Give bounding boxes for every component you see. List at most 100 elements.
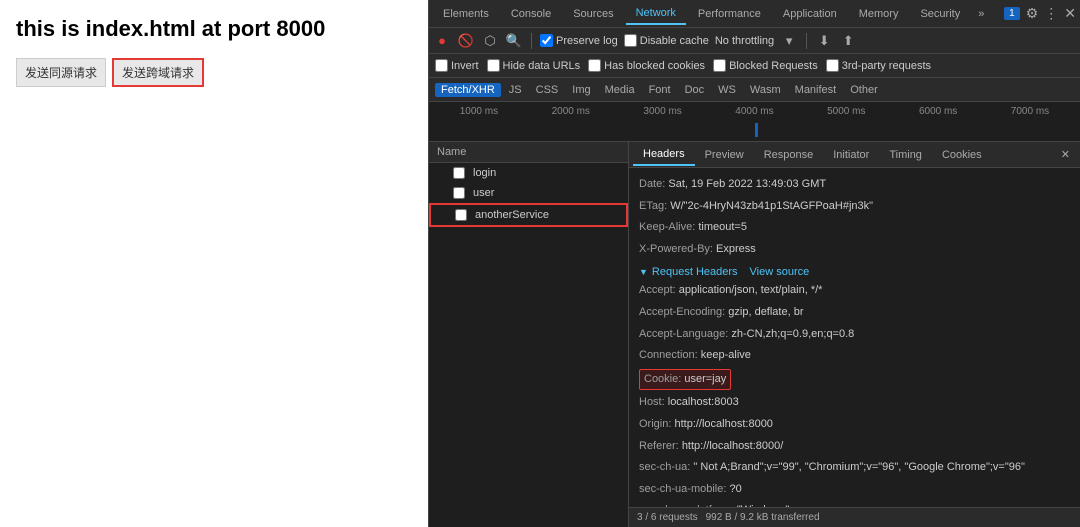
header-name-etag: ETag: [639,200,667,212]
throttling-dropdown-icon[interactable]: ▾ [780,33,798,49]
type-wasm[interactable]: Wasm [744,83,787,97]
header-val-date: Sat, 19 Feb 2022 13:49:03 GMT [668,178,826,190]
detail-tabs: Headers Preview Response Initiator Timin… [629,142,1080,168]
tab-application[interactable]: Application [773,4,847,24]
network-toolbar: ● 🚫 ⬡ 🔍 Preserve log Disable cache No th… [429,28,1080,54]
req-header-accept-encoding: Accept-Encoding: gzip, deflate, br [639,302,1070,324]
tab-performance[interactable]: Performance [688,4,771,24]
request-headers-section[interactable]: ▼ Request Headers View source [639,266,1070,278]
type-fetch-xhr[interactable]: Fetch/XHR [435,83,501,97]
cross-origin-button[interactable]: 发送跨域请求 [112,58,204,87]
invert-check[interactable]: Invert [435,59,479,72]
type-img[interactable]: Img [566,83,596,97]
type-css[interactable]: CSS [530,83,565,97]
badge-icon: 1 [1004,7,1020,20]
devtools-panel: Elements Console Sources Network Perform… [428,0,1080,527]
network-item-anotherservice-label: anotherService [475,209,549,221]
view-source-link[interactable]: View source [750,266,810,278]
preserve-log-check[interactable]: Preserve log [540,34,618,47]
header-val-xpowered: Express [716,243,756,255]
tab-elements[interactable]: Elements [433,4,499,24]
timeline-labels: 1000 ms 2000 ms 3000 ms 4000 ms 5000 ms … [433,106,1076,117]
network-item-anotherservice-checkbox[interactable] [455,209,467,221]
timeline-label-1: 1000 ms [460,106,498,117]
tab-security[interactable]: Security [910,4,970,24]
page-title: this is index.html at port 8000 [16,16,412,42]
timeline-label-6: 6000 ms [919,106,957,117]
type-js[interactable]: JS [503,83,528,97]
type-filter-bar: Fetch/XHR JS CSS Img Media Font Doc WS W… [429,78,1080,102]
network-item-user-label: user [473,187,494,199]
network-list: Name login user anotherService [429,142,629,527]
detail-tab-timing[interactable]: Timing [879,145,932,165]
has-blocked-cookies-check[interactable]: Has blocked cookies [588,59,705,72]
header-name-keepalive: Keep-Alive: [639,221,695,233]
clear-icon[interactable]: 🚫 [457,33,475,49]
timeline-label-5: 5000 ms [827,106,865,117]
type-media[interactable]: Media [599,83,641,97]
type-other[interactable]: Other [844,83,884,97]
header-name-xpowered: X-Powered-By: [639,243,713,255]
header-row-date: Date: Sat, 19 Feb 2022 13:49:03 GMT [639,174,1070,196]
tab-icons-area: 1 ⚙ ⋮ ✕ [1004,5,1076,22]
detail-panel: Headers Preview Response Initiator Timin… [629,142,1080,527]
detail-tab-response[interactable]: Response [754,145,824,165]
header-row-xpowered: X-Powered-By: Express [639,239,1070,261]
type-ws[interactable]: WS [712,83,742,97]
network-item-user[interactable]: user [429,183,628,203]
detail-content: Date: Sat, 19 Feb 2022 13:49:03 GMT ETag… [629,168,1080,507]
record-icon[interactable]: ● [433,33,451,48]
disable-cache-check[interactable]: Disable cache [624,34,709,47]
blocked-requests-check[interactable]: Blocked Requests [713,59,818,72]
timeline: 1000 ms 2000 ms 3000 ms 4000 ms 5000 ms … [429,102,1080,142]
req-header-host: Host: localhost:8003 [639,392,1070,414]
more-icon[interactable]: ⋮ [1044,5,1058,22]
status-requests: 3 / 6 requests [637,512,698,523]
timeline-label-7: 7000 ms [1011,106,1049,117]
req-header-referer: Referer: http://localhost:8000/ [639,436,1070,458]
header-row-keepalive: Keep-Alive: timeout=5 [639,217,1070,239]
tab-network[interactable]: Network [626,3,686,25]
detail-tab-preview[interactable]: Preview [695,145,754,165]
tab-sources[interactable]: Sources [563,4,623,24]
timeline-label-3: 3000 ms [643,106,681,117]
type-manifest[interactable]: Manifest [789,83,843,97]
type-doc[interactable]: Doc [679,83,711,97]
type-font[interactable]: Font [643,83,677,97]
cookie-highlight: Cookie: user=jay [639,369,731,391]
tab-console[interactable]: Console [501,4,561,24]
separator2 [806,33,807,49]
network-item-user-checkbox[interactable] [453,187,465,199]
import-icon[interactable]: ⬆ [839,33,857,49]
status-bar: 3 / 6 requests 992 B / 9.2 kB transferre… [629,507,1080,527]
req-header-sec-ch-ua-platform: sec-ch-ua-platform: "Windows" [639,500,1070,507]
separator [531,33,532,49]
req-header-origin: Origin: http://localhost:8000 [639,414,1070,436]
req-header-cookie: Cookie: user=jay [639,367,1070,393]
tab-more[interactable]: » [972,4,990,24]
same-origin-button[interactable]: 发送同源请求 [16,58,106,87]
detail-close-icon[interactable]: ✕ [1055,148,1076,161]
tab-memory[interactable]: Memory [849,4,909,24]
detail-tab-headers[interactable]: Headers [633,144,695,166]
req-header-sec-ch-ua-mobile: sec-ch-ua-mobile: ?0 [639,479,1070,501]
settings-icon[interactable]: ⚙ [1026,5,1039,22]
search-icon[interactable]: 🔍 [505,33,523,49]
header-val-etag: W/"2c-4HryN43zb41p1StAGFPoaH#jn3k" [670,200,873,212]
header-val-keepalive: timeout=5 [698,221,747,233]
webpage-panel: this is index.html at port 8000 发送同源请求 发… [0,0,428,527]
network-item-login[interactable]: login [429,163,628,183]
req-header-accept: Accept: application/json, text/plain, */… [639,280,1070,302]
filter-icon[interactable]: ⬡ [481,33,499,49]
status-size: 992 B / 9.2 kB transferred [706,512,820,523]
main-content: Name login user anotherService Headers P… [429,142,1080,527]
network-item-anotherservice[interactable]: anotherService [429,203,628,227]
close-devtools-icon[interactable]: ✕ [1064,5,1076,22]
detail-tab-cookies[interactable]: Cookies [932,145,992,165]
network-item-login-checkbox[interactable] [453,167,465,179]
detail-tab-initiator[interactable]: Initiator [823,145,879,165]
hide-data-urls-check[interactable]: Hide data URLs [487,59,581,72]
export-icon[interactable]: ⬇ [815,33,833,49]
timeline-label-2: 2000 ms [552,106,590,117]
third-party-requests-check[interactable]: 3rd-party requests [826,59,931,72]
